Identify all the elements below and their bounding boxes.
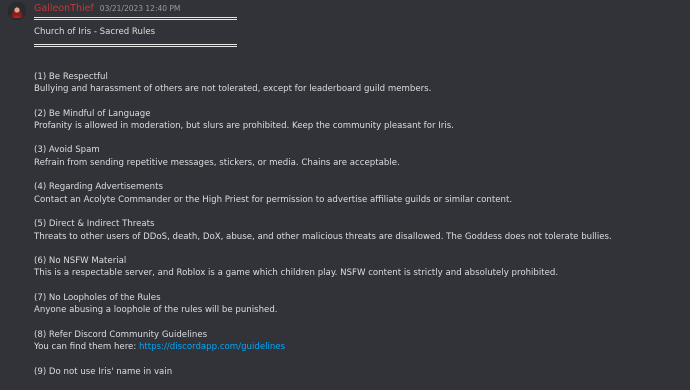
message-content: Church of Iris - Sacred Rules (1) Be Res… bbox=[34, 17, 684, 390]
rule-item: (4) Regarding Advertisements Contact an … bbox=[34, 181, 684, 206]
rule-description: Contact an Acolyte Commander or the High… bbox=[34, 194, 513, 205]
rule-title: (4) Regarding Advertisements bbox=[34, 182, 163, 193]
rule-description: This is a respectable server, and Roblox… bbox=[34, 268, 559, 279]
rule-item: (3) Avoid Spam Refrain from sending repe… bbox=[34, 144, 684, 169]
avatar-image bbox=[8, 2, 26, 20]
divider-top bbox=[34, 17, 237, 20]
rule-title: (7) No Loopholes of the Rules bbox=[34, 293, 161, 304]
rule-item: (7) No Loopholes of the Rules Anyone abu… bbox=[34, 292, 684, 317]
rule-item: (6) No NSFW Material This is a respectab… bbox=[34, 255, 684, 280]
rule-title: (1) Be Respectful bbox=[34, 71, 108, 82]
rule-title: (5) Direct & Indirect Threats bbox=[34, 219, 155, 230]
rule-item: (1) Be Respectful Bullying and harassmen… bbox=[34, 71, 684, 96]
author-username[interactable]: GalleonThief bbox=[34, 3, 94, 14]
rule-description: You can find them here: https://discorda… bbox=[34, 341, 684, 353]
rule-description-prefix: You can find them here: bbox=[34, 342, 139, 353]
rule-description: Threats to other users of DDoS, death, D… bbox=[34, 231, 612, 242]
rule-item: (9) Do not use Iris' name in vain bbox=[34, 366, 684, 378]
guidelines-link[interactable]: https://discordapp.com/guidelines bbox=[139, 342, 285, 352]
rule-title: (6) No NSFW Material bbox=[34, 256, 127, 267]
rule-title: (8) Refer Discord Community Guidelines bbox=[34, 329, 208, 340]
rule-description: Refrain from sending repetitive messages… bbox=[34, 157, 400, 168]
rule-item: (5) Direct & Indirect Threats Threats to… bbox=[34, 218, 684, 243]
rule-description: Profanity is allowed in moderation, but … bbox=[34, 120, 454, 131]
rule-item: (2) Be Mindful of Language Profanity is … bbox=[34, 108, 684, 133]
rule-title: (9) Do not use Iris' name in vain bbox=[34, 366, 173, 377]
avatar[interactable] bbox=[8, 2, 26, 20]
rule-description: Anyone abusing a loophole of the rules w… bbox=[34, 305, 278, 316]
rule-item: (8) Refer Discord Community Guidelines Y… bbox=[34, 329, 684, 354]
rule-title: (3) Avoid Spam bbox=[34, 145, 100, 156]
rule-title: (2) Be Mindful of Language bbox=[34, 108, 151, 119]
message-timestamp: 03/21/2023 12:40 PM bbox=[99, 4, 181, 13]
rules-title: Church of Iris - Sacred Rules bbox=[34, 27, 156, 37]
rule-description: Bullying and harassment of others are no… bbox=[34, 83, 432, 94]
message-header: GalleonThief 03/21/2023 12:40 PM bbox=[34, 3, 180, 14]
